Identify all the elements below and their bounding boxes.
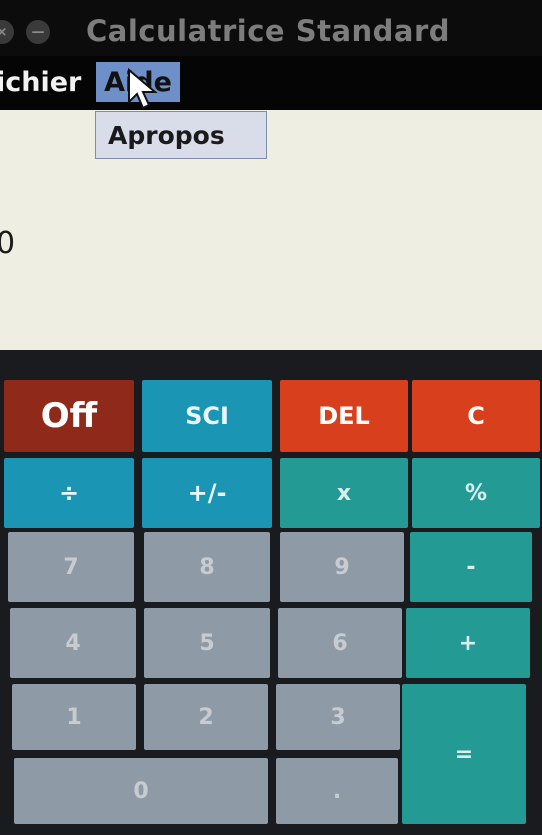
digit-7-button[interactable]: 7 xyxy=(8,532,134,602)
percent-button[interactable]: % xyxy=(412,458,540,528)
divide-button[interactable]: ÷ xyxy=(4,458,134,528)
digit-4-button[interactable]: 4 xyxy=(10,608,136,678)
menu-bar: ichier Aide xyxy=(0,56,542,110)
keypad: Off SCI DEL C ÷ +/- x % 7 8 9 - 4 5 6 + … xyxy=(0,350,542,835)
close-icon: × xyxy=(0,24,8,40)
digit-3-button[interactable]: 3 xyxy=(276,684,400,750)
digit-2-button[interactable]: 2 xyxy=(144,684,268,750)
window-title: Calculatrice Standard xyxy=(86,14,451,48)
digit-5-button[interactable]: 5 xyxy=(144,608,270,678)
decimal-button[interactable]: . xyxy=(276,758,398,824)
multiply-button[interactable]: x xyxy=(280,458,408,528)
subtract-button[interactable]: - xyxy=(410,532,532,602)
digit-6-button[interactable]: 6 xyxy=(278,608,402,678)
calculator-display: 0 xyxy=(0,110,542,350)
help-dropdown-menu: Apropos xyxy=(95,111,267,159)
digit-1-button[interactable]: 1 xyxy=(12,684,136,750)
menu-item-about[interactable]: Apropos xyxy=(96,121,225,150)
display-value: 0 xyxy=(0,226,16,261)
menu-file[interactable]: ichier xyxy=(0,62,81,102)
equals-button[interactable]: = xyxy=(402,684,526,824)
digit-9-button[interactable]: 9 xyxy=(280,532,404,602)
digit-0-button[interactable]: 0 xyxy=(14,758,268,824)
digit-8-button[interactable]: 8 xyxy=(144,532,270,602)
sign-toggle-button[interactable]: +/- xyxy=(142,458,272,528)
minimize-icon: — xyxy=(31,24,45,40)
clear-button[interactable]: C xyxy=(412,380,540,452)
minimize-window-button[interactable]: — xyxy=(26,20,50,44)
delete-button[interactable]: DEL xyxy=(280,380,408,452)
sci-button[interactable]: SCI xyxy=(142,380,272,452)
mouse-pointer-icon xyxy=(128,68,158,110)
add-button[interactable]: + xyxy=(406,608,530,678)
close-window-button[interactable]: × xyxy=(0,20,14,44)
off-button[interactable]: Off xyxy=(4,380,134,452)
